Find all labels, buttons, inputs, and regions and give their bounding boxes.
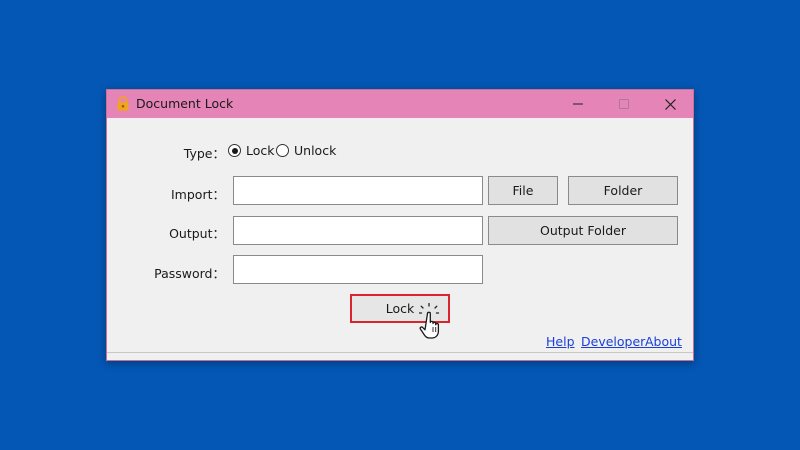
lock-radio-label[interactable]: Lock [246, 143, 275, 158]
file-button[interactable]: File [488, 176, 558, 205]
title-bar[interactable]: Document Lock [107, 90, 693, 118]
password-input[interactable] [233, 255, 483, 284]
unlock-radio[interactable] [276, 144, 289, 157]
minimize-button[interactable] [555, 90, 601, 118]
import-input[interactable] [233, 176, 483, 205]
about-link[interactable]: About [645, 334, 682, 349]
output-label: Output： [169, 226, 225, 241]
output-folder-button[interactable]: Output Folder [488, 216, 678, 245]
password-label: Password： [154, 266, 225, 281]
type-label: Type： [183, 146, 225, 161]
folder-button[interactable]: Folder [568, 176, 678, 205]
document-lock-window: Document Lock Type： Lock Unlock Import： … [106, 89, 694, 361]
output-input[interactable] [233, 216, 483, 245]
maximize-button[interactable] [601, 90, 647, 118]
padlock-icon [117, 96, 129, 111]
unlock-radio-label[interactable]: Unlock [294, 143, 336, 158]
lock-button[interactable]: Lock [350, 294, 450, 323]
close-icon [664, 98, 676, 110]
close-button[interactable] [647, 90, 693, 118]
maximize-icon [619, 99, 629, 109]
lock-radio[interactable] [228, 144, 241, 157]
status-bar-divider [107, 352, 693, 353]
minimize-icon [573, 103, 583, 105]
help-link[interactable]: Help [546, 334, 575, 349]
developer-link[interactable]: Developer [581, 334, 645, 349]
import-label: Import： [171, 187, 225, 202]
window-title: Document Lock [136, 96, 234, 111]
